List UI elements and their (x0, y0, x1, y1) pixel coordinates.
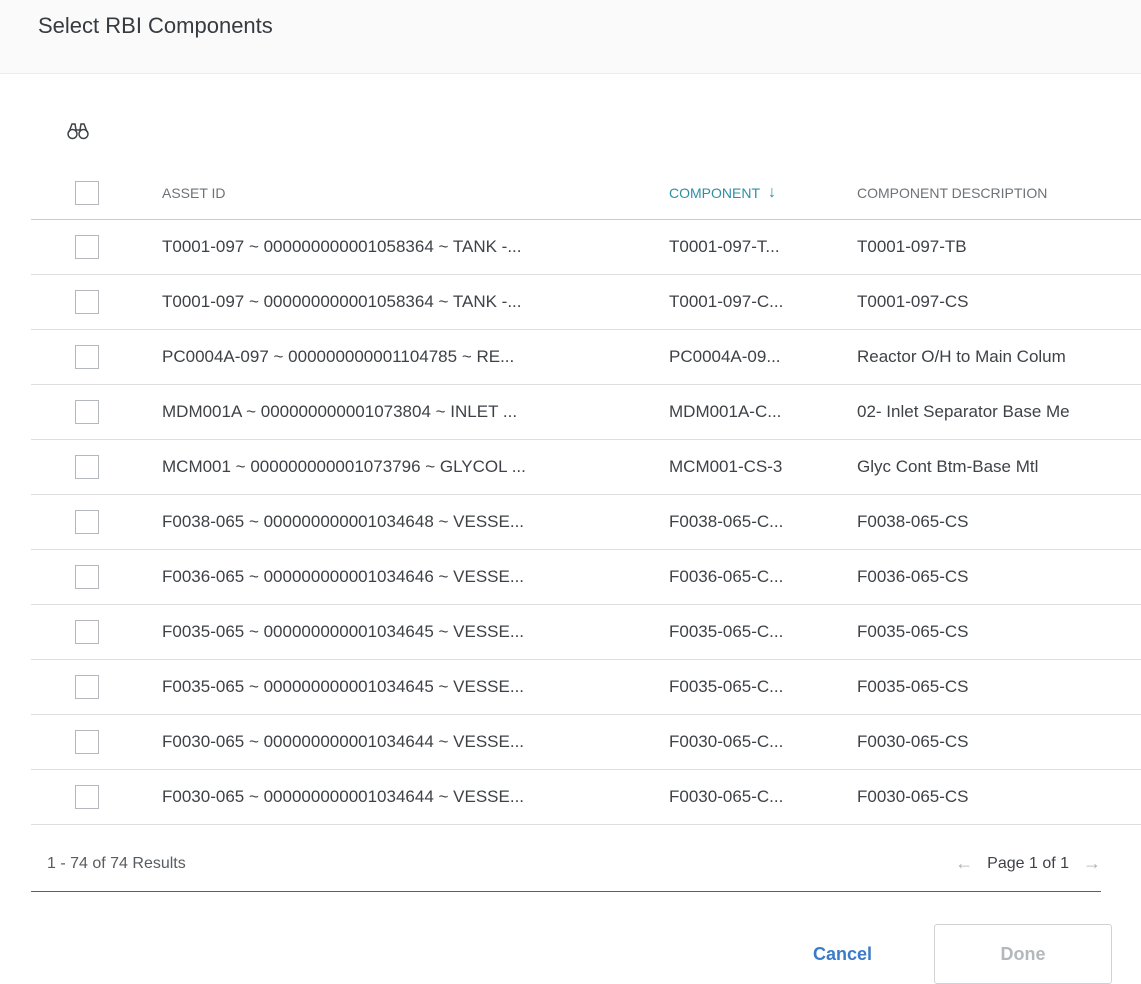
table-row[interactable]: MCM001 ~ 000000000001073796 ~ GLYCOL ...… (31, 440, 1141, 495)
cell-asset-id: F0038-065 ~ 000000000001034648 ~ VESSE..… (162, 512, 525, 531)
cell-component: T0001-097-T... (669, 237, 780, 256)
cell-asset-id: T0001-097 ~ 000000000001058364 ~ TANK -.… (162, 237, 522, 256)
row-checkbox[interactable] (75, 620, 99, 644)
cell-component: F0035-065-C... (669, 622, 784, 641)
column-header-component-description[interactable]: COMPONENT DESCRIPTION (857, 166, 1141, 219)
column-header-component-label: COMPONENT (669, 184, 760, 201)
row-select-cell (75, 275, 105, 329)
cell-component: MCM001-CS-3 (669, 457, 783, 476)
cell-component: F0035-065-C... (669, 677, 784, 696)
row-checkbox[interactable] (75, 345, 99, 369)
row-select-cell (75, 660, 105, 714)
cell-component-description: 02- Inlet Separator Base Me (857, 402, 1070, 421)
cell-component: T0001-097-C... (669, 292, 784, 311)
cell-component-description: Reactor O/H to Main Colum (857, 347, 1066, 366)
table-row[interactable]: F0035-065 ~ 000000000001034645 ~ VESSE..… (31, 660, 1141, 715)
cell-component: MDM001A-C... (669, 402, 782, 421)
cell-component-description: F0035-065-CS (857, 622, 969, 641)
table-row[interactable]: F0030-065 ~ 000000000001034644 ~ VESSE..… (31, 715, 1141, 770)
sort-descending-icon: ↓ (768, 183, 776, 201)
table-row[interactable]: F0038-065 ~ 000000000001034648 ~ VESSE..… (31, 495, 1141, 550)
row-checkbox[interactable] (75, 400, 99, 424)
grid-header-row: ASSET ID COMPONENT ↓ COMPONENT DESCRIPTI… (31, 166, 1141, 220)
row-select-cell (75, 385, 105, 439)
done-button[interactable]: Done (934, 924, 1112, 984)
row-checkbox[interactable] (75, 235, 99, 259)
row-checkbox[interactable] (75, 565, 99, 589)
cell-component-description: T0001-097-TB (857, 237, 967, 256)
dialog-title: Select RBI Components (38, 13, 273, 38)
table-row[interactable]: F0036-065 ~ 000000000001034646 ~ VESSE..… (31, 550, 1141, 605)
table-row[interactable]: F0030-065 ~ 000000000001034644 ~ VESSE..… (31, 770, 1141, 825)
row-select-cell (75, 440, 105, 494)
row-select-cell (75, 715, 105, 769)
row-select-cell (75, 550, 105, 604)
column-header-asset-id[interactable]: ASSET ID (162, 166, 642, 219)
cell-asset-id: F0036-065 ~ 000000000001034646 ~ VESSE..… (162, 567, 525, 586)
pagination: ← Page 1 of 1 → (955, 835, 1101, 892)
column-header-component[interactable]: COMPONENT ↓ (669, 166, 839, 219)
row-checkbox[interactable] (75, 730, 99, 754)
cell-component-description: F0038-065-CS (857, 512, 969, 531)
table-row[interactable]: T0001-097 ~ 000000000001058364 ~ TANK -.… (31, 220, 1141, 275)
row-select-cell (75, 495, 105, 549)
components-grid: ASSET ID COMPONENT ↓ COMPONENT DESCRIPTI… (31, 166, 1141, 825)
cell-asset-id: F0030-065 ~ 000000000001034644 ~ VESSE..… (162, 732, 525, 751)
cell-component: F0036-065-C... (669, 567, 784, 586)
row-select-cell (75, 605, 105, 659)
cell-asset-id: MCM001 ~ 000000000001073796 ~ GLYCOL ... (162, 457, 526, 476)
cell-component-description: F0036-065-CS (857, 567, 969, 586)
row-select-cell (75, 220, 105, 274)
page-indicator: Page 1 of 1 (987, 854, 1069, 872)
row-select-cell (75, 770, 105, 824)
cell-asset-id: F0035-065 ~ 000000000001034645 ~ VESSE..… (162, 677, 525, 696)
row-checkbox[interactable] (75, 785, 99, 809)
cell-asset-id: F0030-065 ~ 000000000001034644 ~ VESSE..… (162, 787, 525, 806)
cell-component-description: F0035-065-CS (857, 677, 969, 696)
cell-component-description: Glyc Cont Btm-Base Mtl (857, 457, 1039, 476)
table-row[interactable]: F0035-065 ~ 000000000001034645 ~ VESSE..… (31, 605, 1141, 660)
cell-component-description: F0030-065-CS (857, 787, 969, 806)
row-select-cell (75, 330, 105, 384)
cell-component: F0030-065-C... (669, 787, 784, 806)
cell-component-description: F0030-065-CS (857, 732, 969, 751)
cell-component: F0038-065-C... (669, 512, 784, 531)
cell-component: F0030-065-C... (669, 732, 784, 751)
table-row[interactable]: T0001-097 ~ 000000000001058364 ~ TANK -.… (31, 275, 1141, 330)
cell-asset-id: PC0004A-097 ~ 000000000001104785 ~ RE... (162, 347, 515, 366)
cell-asset-id: T0001-097 ~ 000000000001058364 ~ TANK -.… (162, 292, 522, 311)
table-row[interactable]: MDM001A ~ 000000000001073804 ~ INLET ...… (31, 385, 1141, 440)
cell-component: PC0004A-09... (669, 347, 781, 366)
dialog-header: Select RBI Components (0, 0, 1141, 74)
cell-component-description: T0001-097-CS (857, 292, 969, 311)
cancel-button[interactable]: Cancel (790, 926, 895, 982)
row-checkbox[interactable] (75, 290, 99, 314)
row-checkbox[interactable] (75, 675, 99, 699)
select-all-cell (75, 166, 105, 219)
select-all-checkbox[interactable] (75, 180, 99, 205)
next-page-icon[interactable]: → (1083, 853, 1101, 874)
grid-footer: 1 - 74 of 74 Results ← Page 1 of 1 → (31, 835, 1101, 892)
binoculars-icon[interactable] (66, 121, 90, 141)
row-checkbox[interactable] (75, 510, 99, 534)
grid-body: T0001-097 ~ 000000000001058364 ~ TANK -.… (31, 220, 1141, 825)
table-row[interactable]: PC0004A-097 ~ 000000000001104785 ~ RE...… (31, 330, 1141, 385)
cell-asset-id: MDM001A ~ 000000000001073804 ~ INLET ... (162, 402, 518, 421)
results-count: 1 - 74 of 74 Results (47, 854, 186, 872)
previous-page-icon[interactable]: ← (955, 853, 973, 874)
row-checkbox[interactable] (75, 455, 99, 479)
cell-asset-id: F0035-065 ~ 000000000001034645 ~ VESSE..… (162, 622, 525, 641)
